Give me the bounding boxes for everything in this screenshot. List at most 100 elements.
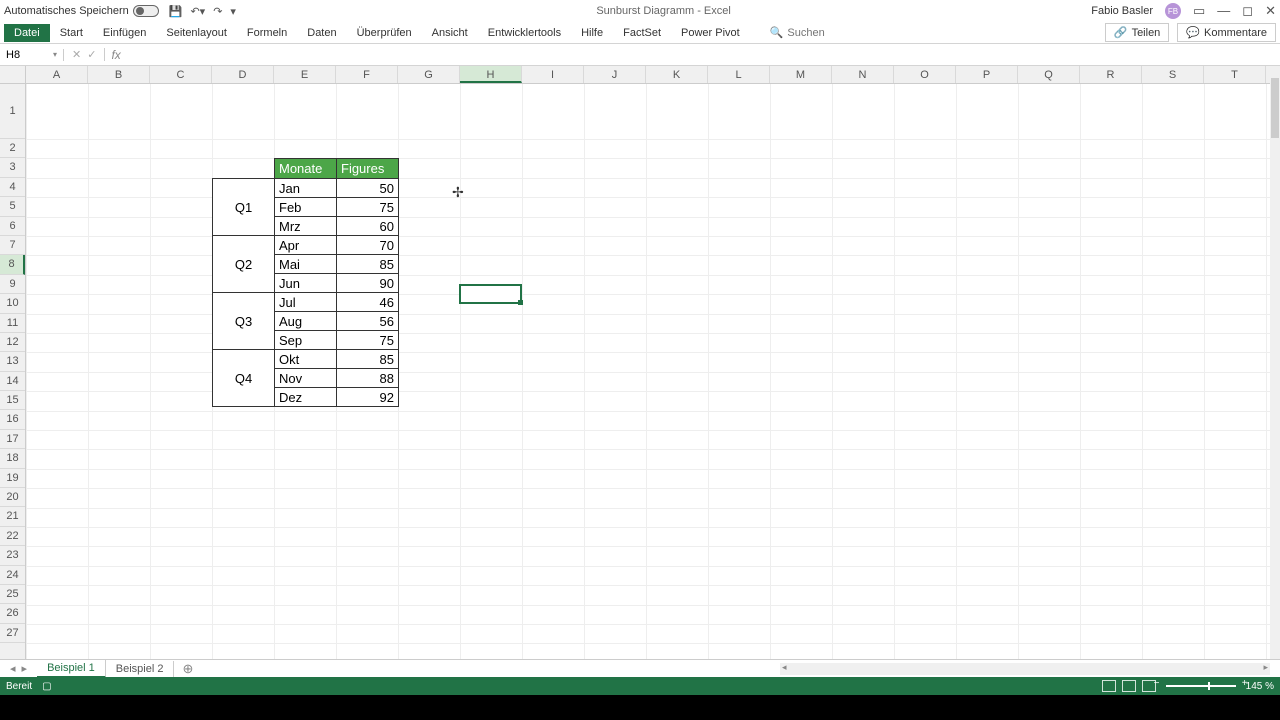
cell-value[interactable]: 56 (337, 312, 399, 331)
cell-month[interactable]: Jul (275, 293, 337, 312)
column-header[interactable]: C (150, 66, 212, 83)
cell-q4[interactable]: Q4 (213, 350, 275, 407)
cell-value[interactable]: 88 (337, 369, 399, 388)
column-header[interactable]: F (336, 66, 398, 83)
tab-entwicklertools[interactable]: Entwicklertools (478, 24, 571, 42)
column-headers[interactable]: ABCDEFGHIJKLMNOPQRST (26, 66, 1270, 84)
row-header[interactable]: 15 (0, 391, 25, 410)
cell-q3[interactable]: Q3 (213, 293, 275, 350)
ribbon-options-icon[interactable]: ▭ (1193, 3, 1205, 19)
row-headers[interactable]: 1234567891011121314151617181920212223242… (0, 84, 26, 659)
close-icon[interactable]: ✕ (1265, 3, 1276, 19)
macro-record-icon[interactable]: ▢ (42, 681, 51, 692)
column-header[interactable]: O (894, 66, 956, 83)
cell-month[interactable]: Mrz (275, 217, 337, 236)
comments-button[interactable]: 💬 Kommentare (1177, 23, 1276, 42)
column-header[interactable]: R (1080, 66, 1142, 83)
cell-q1[interactable]: Q1 (213, 179, 275, 236)
row-header[interactable]: 10 (0, 294, 25, 313)
row-header[interactable]: 8 (0, 255, 25, 274)
column-header[interactable]: N (832, 66, 894, 83)
cell-month[interactable]: Nov (275, 369, 337, 388)
cell-value[interactable]: 46 (337, 293, 399, 312)
column-header[interactable]: D (212, 66, 274, 83)
row-header[interactable]: 12 (0, 333, 25, 352)
cell-value[interactable]: 85 (337, 350, 399, 369)
view-normal-icon[interactable] (1102, 680, 1116, 692)
row-header[interactable]: 4 (0, 178, 25, 197)
column-header[interactable]: I (522, 66, 584, 83)
cell-month[interactable]: Okt (275, 350, 337, 369)
row-header[interactable]: 16 (0, 410, 25, 429)
tab-powerpivot[interactable]: Power Pivot (671, 24, 750, 42)
tab-seitenlayout[interactable]: Seitenlayout (156, 24, 237, 42)
column-header[interactable]: E (274, 66, 336, 83)
cell-value[interactable]: 85 (337, 255, 399, 274)
redo-icon[interactable]: ↷ (213, 5, 222, 18)
cell-month[interactable]: Apr (275, 236, 337, 255)
cell-value[interactable]: 90 (337, 274, 399, 293)
column-header[interactable]: G (398, 66, 460, 83)
sheet-nav-prev-icon[interactable]: ◂ (10, 662, 16, 675)
cell-q2[interactable]: Q2 (213, 236, 275, 293)
cell-month[interactable]: Aug (275, 312, 337, 331)
tab-formeln[interactable]: Formeln (237, 24, 297, 42)
cell-value[interactable]: 60 (337, 217, 399, 236)
cell-value[interactable]: 50 (337, 179, 399, 198)
row-header[interactable]: 25 (0, 585, 25, 604)
row-header[interactable]: 26 (0, 604, 25, 623)
fx-icon[interactable]: fx (105, 48, 126, 62)
tab-factset[interactable]: FactSet (613, 24, 671, 42)
toggle-switch-icon[interactable] (133, 5, 159, 17)
accept-formula-icon[interactable]: ✓ (87, 48, 96, 61)
row-header[interactable]: 5 (0, 197, 25, 216)
search-box[interactable]: 🔍 (770, 26, 868, 39)
autosave-toggle[interactable]: Automatisches Speichern (4, 5, 159, 17)
tab-einfuegen[interactable]: Einfügen (93, 24, 156, 42)
horizontal-scrollbar[interactable] (780, 663, 1270, 675)
cell-value[interactable]: 75 (337, 331, 399, 350)
sheet-nav-next-icon[interactable]: ▸ (22, 662, 28, 675)
tab-file[interactable]: Datei (4, 24, 50, 42)
tab-ansicht[interactable]: Ansicht (422, 24, 478, 42)
share-button[interactable]: 🔗 Teilen (1105, 23, 1169, 42)
column-header[interactable]: Q (1018, 66, 1080, 83)
tab-ueberpruefen[interactable]: Überprüfen (347, 24, 422, 42)
row-header[interactable]: 14 (0, 372, 25, 391)
row-header[interactable]: 3 (0, 158, 25, 177)
row-header[interactable]: 6 (0, 217, 25, 236)
tab-hilfe[interactable]: Hilfe (571, 24, 613, 42)
row-header[interactable]: 22 (0, 527, 25, 546)
row-header[interactable]: 13 (0, 352, 25, 371)
cell-value[interactable]: 92 (337, 388, 399, 407)
vertical-scrollbar[interactable] (1270, 66, 1280, 659)
row-header[interactable]: 20 (0, 488, 25, 507)
view-pagelayout-icon[interactable] (1122, 680, 1136, 692)
cell-value[interactable]: 75 (337, 198, 399, 217)
cell-month[interactable]: Sep (275, 331, 337, 350)
column-header[interactable]: H (460, 66, 522, 83)
column-header[interactable]: J (584, 66, 646, 83)
row-header[interactable]: 23 (0, 546, 25, 565)
row-header[interactable]: 27 (0, 624, 25, 643)
zoom-level[interactable]: 145 % (1246, 681, 1274, 692)
column-header[interactable]: P (956, 66, 1018, 83)
select-all-corner[interactable] (0, 66, 26, 84)
tab-start[interactable]: Start (50, 24, 93, 42)
user-name[interactable]: Fabio Basler (1091, 5, 1153, 17)
maximize-icon[interactable]: ◻ (1242, 3, 1253, 19)
column-header[interactable]: T (1204, 66, 1266, 83)
row-header[interactable]: 19 (0, 469, 25, 488)
row-header[interactable]: 24 (0, 566, 25, 585)
row-header[interactable]: 18 (0, 449, 25, 468)
sheet-tab[interactable]: Beispiel 2 (106, 661, 175, 677)
save-icon[interactable]: 💾 (169, 5, 183, 18)
minimize-icon[interactable]: — (1217, 3, 1230, 19)
sheet-tab-active[interactable]: Beispiel 1 (37, 660, 106, 678)
row-header[interactable]: 1 (0, 84, 25, 139)
cell-month[interactable]: Mai (275, 255, 337, 274)
column-header[interactable]: S (1142, 66, 1204, 83)
row-header[interactable]: 7 (0, 236, 25, 255)
spreadsheet-grid[interactable]: ABCDEFGHIJKLMNOPQRST 1234567891011121314… (0, 66, 1280, 659)
row-header[interactable]: 9 (0, 275, 25, 294)
